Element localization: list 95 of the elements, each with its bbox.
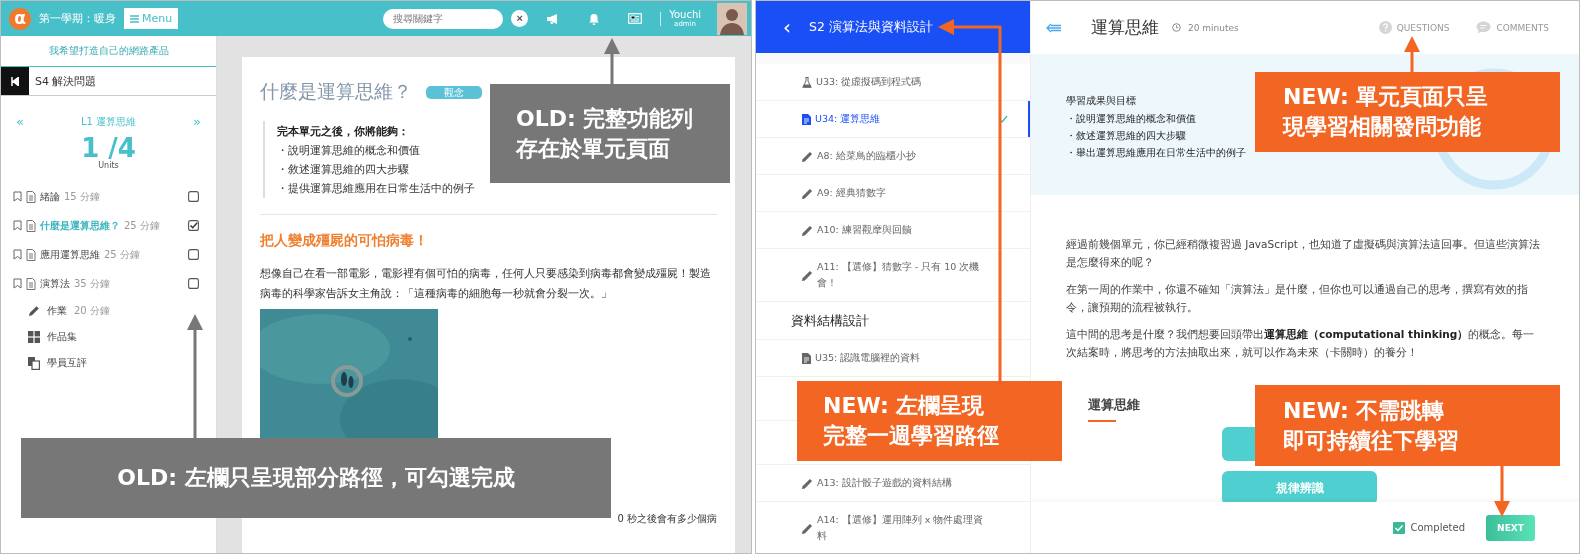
- lesson-item[interactable]: U34: 運算思維: [756, 101, 1030, 138]
- objective: ・說明運算思維的概念和價值: [1066, 112, 1196, 126]
- duration: 20 分鐘: [74, 304, 110, 318]
- paragraph: 想像自己在看一部電影，電影裡有個可怕的病毒，任何人只要感染到病毒都會變成殭屍！製造病毒的科學家告訴女主角說：「這種病毒的細胞每一秒就會分裂一次。」: [260, 266, 712, 301]
- menu-icon: [130, 14, 139, 23]
- checkbox[interactable]: [188, 249, 199, 260]
- clear-button[interactable]: ×: [511, 10, 529, 27]
- chat-icon: [1476, 21, 1492, 34]
- lesson-item[interactable]: U33: 從虛擬碼到程式碼: [756, 64, 1030, 101]
- search-field[interactable]: 搜尋關鍵字: [383, 8, 504, 29]
- sidebar-link[interactable]: 學員互評: [47, 356, 87, 370]
- lesson-item[interactable]: A9: 經典猜數字: [756, 175, 1030, 212]
- objectives-heading: 學習成果與目標: [1066, 94, 1136, 108]
- pencil-icon: [28, 305, 40, 317]
- callout: NEW: 左欄呈現 完整一週學習路徑: [797, 381, 1062, 461]
- objective: ・提供運算思維應用在日常生活中的例子: [277, 181, 475, 197]
- callout: OLD: 左欄只呈現部分路徑，可勾選完成: [21, 438, 611, 518]
- bookmark-icon[interactable]: [13, 220, 22, 231]
- lesson-item[interactable]: A13: 設計骰子遊戲的資料結構: [756, 465, 1030, 502]
- skip-back-icon: [11, 76, 19, 86]
- document-icon: [802, 113, 811, 125]
- progress-label: Units: [97, 161, 120, 170]
- pencil-icon: [802, 224, 813, 236]
- duration: 25 分鐘: [104, 247, 140, 262]
- document-icon: [26, 277, 36, 290]
- objectives-heading: 完本單元之後，你將能夠：: [277, 124, 409, 140]
- checkbox[interactable]: [188, 278, 199, 289]
- duration: 25 分鐘: [124, 218, 160, 233]
- checkbox[interactable]: [188, 220, 199, 231]
- back-button[interactable]: [1, 67, 29, 95]
- duration: 20 minutes: [1188, 22, 1239, 33]
- lesson-item[interactable]: U35: 認識電腦裡的資料: [756, 340, 1030, 377]
- grid-icon: [28, 331, 40, 343]
- sidebar-link[interactable]: 作業: [47, 304, 67, 318]
- bookmark-icon[interactable]: [13, 249, 22, 260]
- checkbox[interactable]: [1393, 521, 1406, 534]
- paragraph: 經過前幾個單元，你已經稍微複習過 JavaScript，也知道了虛擬碼與演算法這回事。但這些演算法是怎麼得來的呢？: [1066, 237, 1541, 270]
- tag: 觀念: [426, 85, 482, 99]
- bookmark-icon[interactable]: [13, 278, 22, 289]
- callout: NEW: 單元頁面只呈 現學習相關發問功能: [1255, 72, 1560, 152]
- user-name: Youchi: [669, 9, 701, 20]
- paragraph: 0 秒之後會有多少個病: [616, 512, 717, 526]
- arrow: [1494, 466, 1510, 517]
- clock-icon: [1172, 23, 1181, 32]
- question-icon: [1378, 21, 1392, 34]
- objective: ・敘述運算思維的四大步驟: [1066, 129, 1186, 143]
- lesson-item[interactable]: A14: 【選修】運用陣列 x 物件處理資料: [756, 502, 1030, 553]
- stage-title: S4 解決問題: [35, 73, 97, 89]
- duration: 15 分鐘: [64, 189, 100, 204]
- document-icon: [26, 190, 36, 203]
- avatar[interactable]: [717, 2, 747, 35]
- paragraph: 在第一周的作業中，你還不確知「演算法」是什麼，但你也可以通過自己的思考，撰寫有效的指令，讓預期的流程被執行。: [1066, 282, 1529, 315]
- section-heading: 運算思維: [1088, 396, 1140, 414]
- arrow: [1404, 36, 1420, 72]
- bell-icon[interactable]: [588, 12, 601, 25]
- unit-title: 運算思維: [1091, 16, 1159, 39]
- section-heading: 把人變成殭屍的可怕病毒！: [260, 232, 429, 250]
- document-icon: [26, 248, 36, 261]
- progress-count: 1 /4: [80, 135, 137, 161]
- pencil-icon: [802, 477, 813, 489]
- pencil-icon: [802, 269, 813, 281]
- lesson-item[interactable]: A10: 練習觀摩與回饋: [756, 212, 1030, 249]
- checkbox-label: Completed: [1410, 522, 1465, 533]
- lesson-title: L1 運算思維: [80, 114, 137, 129]
- article-title: 什麼是運算思維？: [260, 79, 412, 104]
- section-heading: 資料結構設計: [791, 311, 869, 330]
- bookmark-icon[interactable]: [13, 191, 22, 202]
- document-icon: [802, 352, 811, 364]
- newspaper-icon[interactable]: [628, 13, 643, 24]
- arrow: [604, 38, 620, 84]
- document-icon: [26, 219, 36, 232]
- pencil-icon: [802, 150, 813, 162]
- unit-link[interactable]: 演算法: [40, 276, 70, 291]
- callout: OLD: 完整功能列 存在於單元頁面: [490, 84, 730, 183]
- checkbox[interactable]: [188, 191, 199, 202]
- objective: ・舉出運算思維應用在日常生活中的例子: [1066, 146, 1246, 160]
- pencil-icon: [802, 522, 813, 534]
- copy-icon: [28, 356, 40, 370]
- diagram-box: 規律辨識: [1222, 471, 1377, 505]
- paragraph: 這中間的思考是什麼？我們想要回頭帶出運算思維（computational thinking）的概念。每一次結案時，將思考的方法抽取出來，就可以作為未來（卡關時）的養分！: [1066, 327, 1536, 360]
- back-arrow-icon[interactable]: [1046, 22, 1062, 33]
- unit-link[interactable]: 應用運算思維: [40, 247, 100, 262]
- duration: 35 分鐘: [74, 276, 110, 291]
- objective: ・說明運算思維的概念和價值: [277, 143, 420, 159]
- course-title: 第一學期：暖身: [39, 11, 116, 26]
- unit-link[interactable]: 緒論: [40, 189, 60, 204]
- pencil-icon: [802, 187, 813, 199]
- sidebar-link[interactable]: 作品集: [47, 330, 77, 344]
- callout: NEW: 不需跳轉 即可持續往下學習: [1255, 385, 1560, 466]
- lesson-item[interactable]: A11: 【選修】猜數字 - 只有 10 次機會！: [756, 249, 1030, 302]
- sidebar-title: S2 演算法與資料設計: [809, 18, 933, 36]
- flask-icon: [802, 76, 812, 88]
- lesson-item[interactable]: A8: 給菜鳥的臨櫃小抄: [756, 138, 1030, 175]
- objective: ・敘述運算思維的四大步驟: [277, 162, 409, 178]
- back-button[interactable]: ‹: [783, 17, 791, 37]
